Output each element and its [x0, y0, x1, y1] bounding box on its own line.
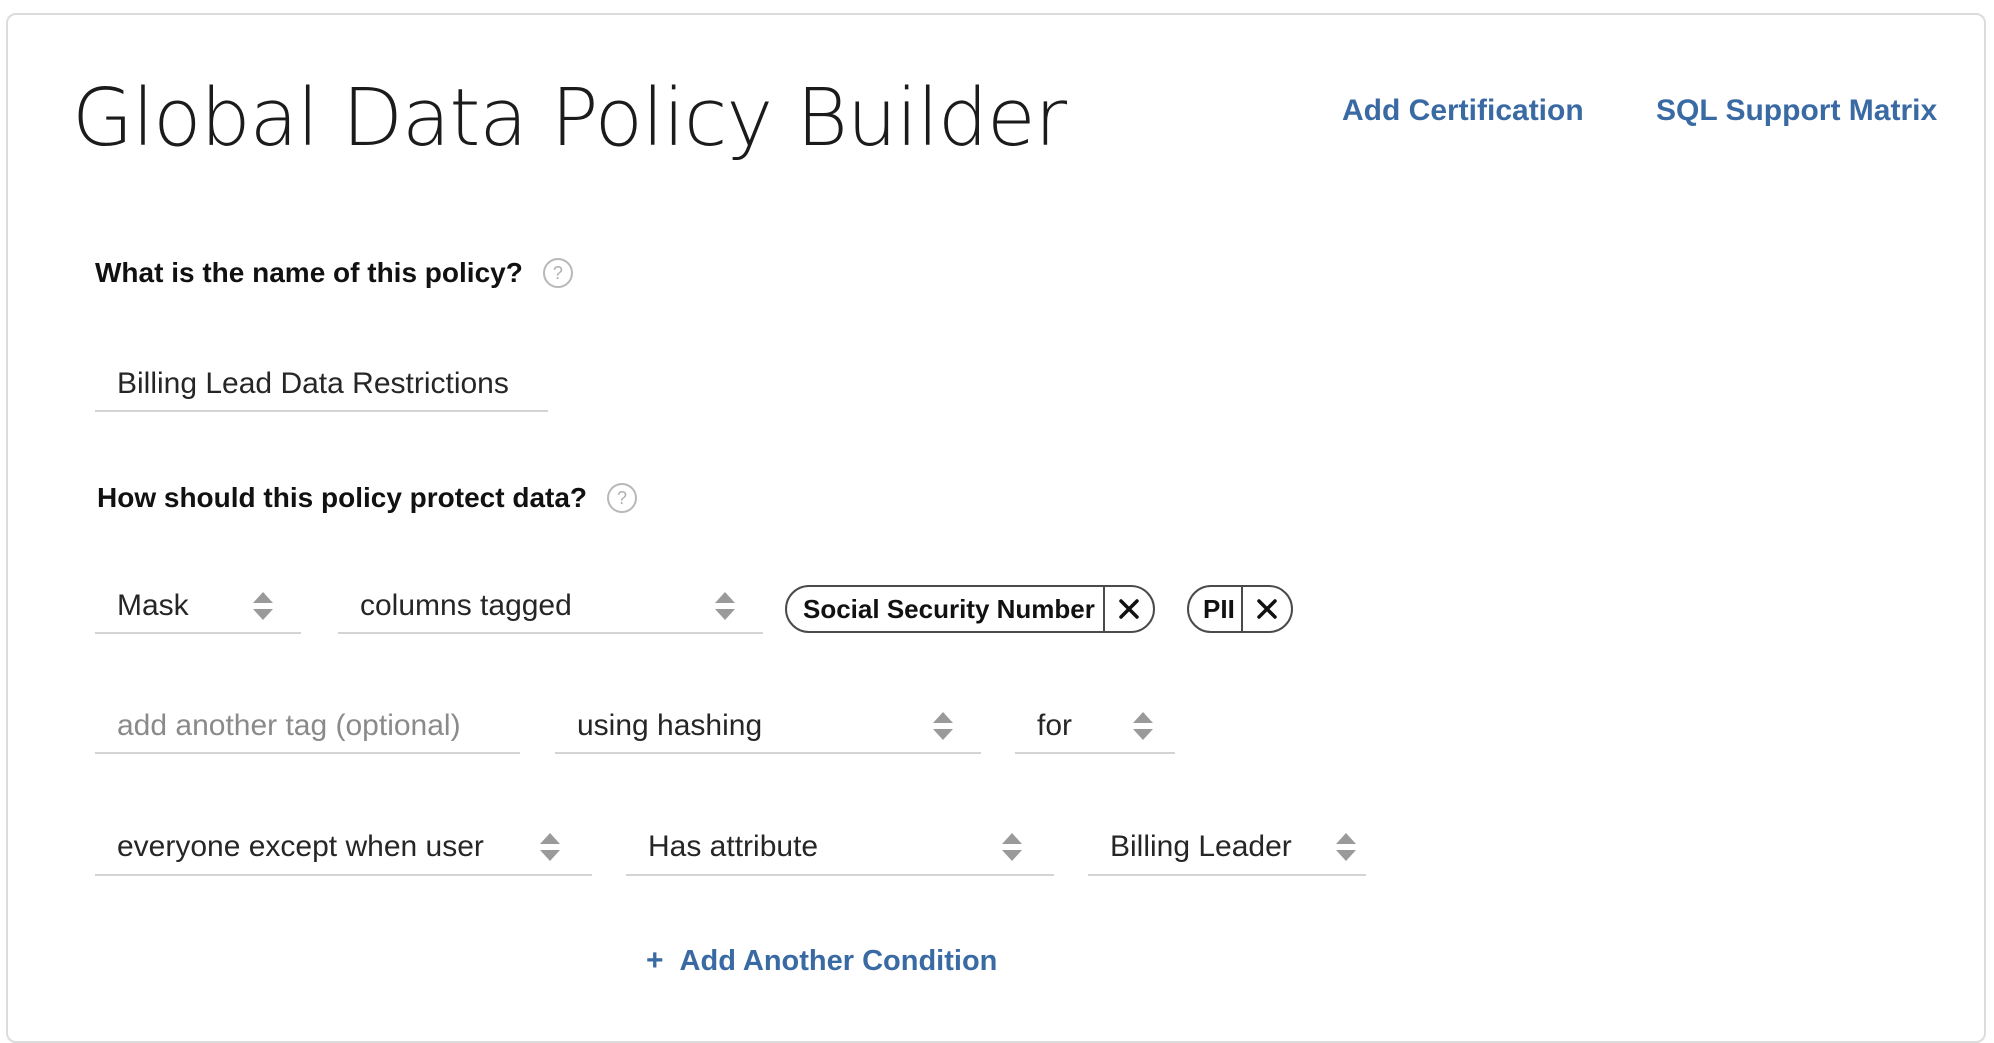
target-select[interactable]: columns tagged — [338, 580, 763, 634]
sql-support-matrix-link[interactable]: SQL Support Matrix — [1656, 94, 1937, 128]
policy-name-value: Billing Lead Data Restrictions — [117, 367, 509, 400]
method-select[interactable]: using hashing — [555, 700, 981, 754]
method-value: using hashing — [577, 709, 763, 742]
protection-question: How should this policy protect data? ? — [97, 482, 638, 514]
select-arrows-icon — [1002, 832, 1022, 862]
add-condition-label: Add Another Condition — [679, 944, 998, 977]
action-value: Mask — [117, 589, 189, 622]
remove-tag-button[interactable] — [1102, 587, 1153, 631]
plus-icon: + — [646, 944, 664, 977]
audience-select[interactable]: everyone except when user — [95, 820, 592, 876]
remove-tag-button[interactable] — [1240, 587, 1291, 631]
help-icon[interactable]: ? — [542, 258, 573, 288]
scope-select[interactable]: for — [1015, 700, 1175, 754]
close-icon — [1119, 599, 1139, 619]
tag-chip-label: Social Security Number — [803, 593, 1095, 624]
policy-builder-card — [6, 13, 1986, 1043]
select-arrows-icon — [1133, 711, 1153, 741]
tag-chip-label: PII — [1203, 593, 1235, 624]
select-arrows-icon — [253, 591, 273, 621]
page-title: Global Data Policy Builder — [72, 72, 1067, 164]
select-arrows-icon — [933, 711, 953, 741]
close-icon — [1257, 599, 1277, 619]
condition-type-value: Has attribute — [648, 830, 819, 863]
select-arrows-icon — [540, 832, 560, 862]
add-certification-link[interactable]: Add Certification — [1342, 94, 1584, 128]
tag-chip-ssn: Social Security Number — [785, 585, 1155, 633]
add-another-condition-button[interactable]: + Add Another Condition — [646, 944, 997, 978]
protection-question-label: How should this policy protect data? — [97, 482, 588, 513]
condition-value: Billing Leader — [1110, 830, 1292, 863]
help-icon[interactable]: ? — [607, 483, 638, 513]
select-arrows-icon — [1336, 832, 1356, 862]
condition-type-select[interactable]: Has attribute — [626, 820, 1054, 876]
condition-value-select[interactable]: Billing Leader — [1088, 820, 1366, 876]
action-select[interactable]: Mask — [95, 580, 301, 634]
add-tag-placeholder: add another tag (optional) — [117, 709, 461, 742]
policy-name-question: What is the name of this policy? ? — [95, 257, 573, 289]
target-value: columns tagged — [360, 589, 572, 622]
tag-chip-pii: PII — [1187, 585, 1293, 633]
policy-name-question-label: What is the name of this policy? — [95, 257, 523, 288]
select-arrows-icon — [715, 591, 735, 621]
scope-value: for — [1037, 709, 1073, 742]
policy-name-input[interactable]: Billing Lead Data Restrictions — [95, 358, 548, 412]
audience-value: everyone except when user — [117, 830, 484, 863]
add-tag-input[interactable]: add another tag (optional) — [95, 700, 520, 754]
